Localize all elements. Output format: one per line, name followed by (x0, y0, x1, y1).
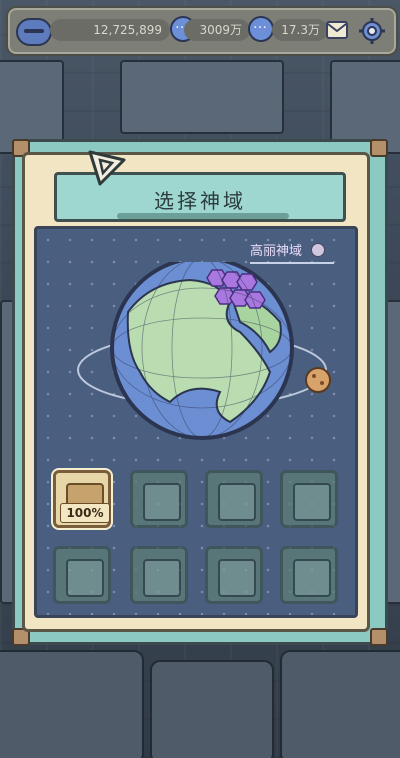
realm-slot-dome[interactable] (205, 546, 263, 604)
mail-icon[interactable] (324, 17, 350, 43)
realm-slot-peak[interactable] (130, 546, 188, 604)
realm-slot-castle[interactable] (205, 470, 263, 528)
planet-icon (305, 367, 331, 393)
realm-silhouette (143, 559, 181, 597)
realm-slot-palace[interactable] (280, 546, 338, 604)
region-marker-icon (311, 243, 326, 257)
chat-bubble-icon (248, 16, 274, 42)
realm-progress: 100% (60, 503, 110, 523)
realm-slot-church[interactable] (53, 546, 111, 604)
realm-slot-cuisine[interactable]: 100% (53, 470, 111, 528)
rivet (370, 139, 388, 157)
region-label-text: 高丽神域 (250, 244, 303, 259)
coin-counter: 12,725,899 (50, 19, 170, 41)
realm-silhouette (293, 483, 331, 521)
panel-title: 选择神域 (154, 189, 246, 213)
rivet (370, 628, 388, 646)
stat-counter-a: 3009万 (184, 19, 250, 41)
stat-counter-b: 17.3万 (272, 19, 328, 41)
realm-silhouette (143, 483, 181, 521)
realm-silhouette (293, 559, 331, 597)
gear-icon[interactable] (358, 17, 385, 44)
avatar-icon[interactable] (16, 18, 52, 46)
title-underline (117, 213, 289, 219)
triangle-logo-icon (88, 150, 126, 186)
top-status-bar: 12,725,899 3009万 17.3万 (6, 6, 398, 56)
realm-slot-bridge[interactable] (280, 470, 338, 528)
region-label[interactable]: 高丽神域 (250, 240, 326, 264)
realm-silhouette (218, 483, 256, 521)
realm-silhouette (218, 559, 256, 597)
realm-slot-mountain[interactable] (130, 470, 188, 528)
realm-silhouette (66, 559, 104, 597)
globe-icon[interactable] (70, 262, 360, 462)
